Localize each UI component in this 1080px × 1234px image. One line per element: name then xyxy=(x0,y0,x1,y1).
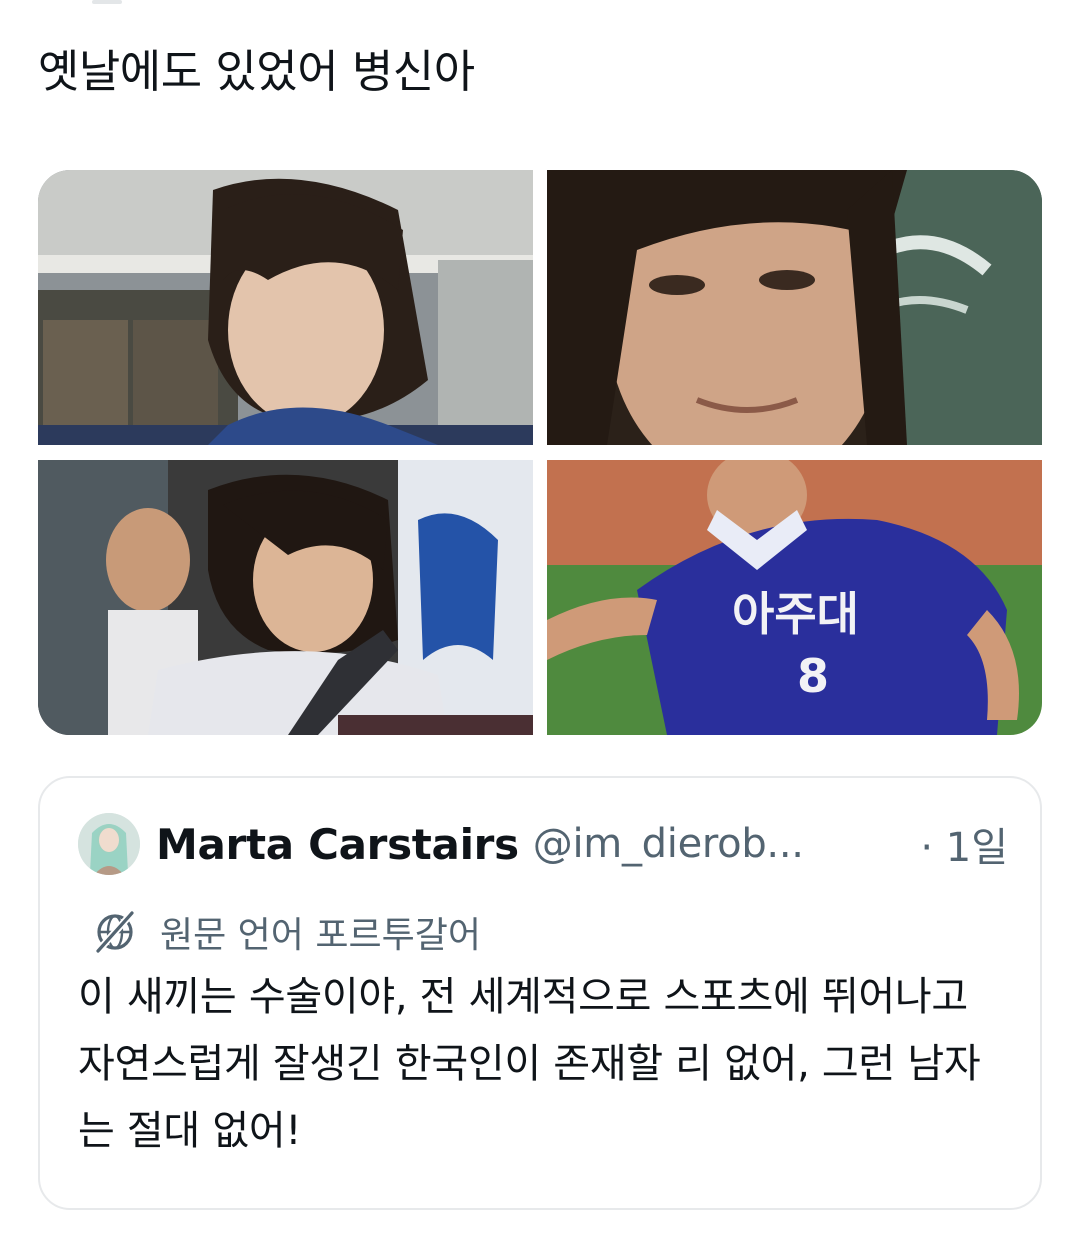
timestamp[interactable]: · 1일 xyxy=(920,815,1008,873)
quote-tweet-card[interactable]: Marta Carstairs @im_dierob... · 1일 원문 언어… xyxy=(38,776,1042,1210)
photo-3-image xyxy=(38,460,533,735)
translation-label: 원문 언어 포르투갈어 xyxy=(160,915,481,956)
translation-notice[interactable]: 원문 언어 포르투갈어 xyxy=(92,904,481,960)
photo-4-image: 아주대 8 xyxy=(547,460,1042,735)
tweet-text: 옛날에도 있었어 병신아 xyxy=(38,45,475,98)
quote-body: 이 새끼는 수술이야, 전 세계적으로 스포츠에 뛰어나고 자연스럽게 잘생긴 … xyxy=(78,974,981,1154)
photo-2-image xyxy=(547,170,1042,445)
photo-4[interactable]: 아주대 8 xyxy=(547,460,1042,735)
photo-1[interactable] xyxy=(38,170,533,445)
photo-1-image xyxy=(38,170,533,445)
top-sliver xyxy=(0,0,1080,10)
photo-2[interactable] xyxy=(547,170,1042,445)
jersey-number: 8 xyxy=(797,649,829,703)
avatar-image xyxy=(78,813,140,875)
quote-header: Marta Carstairs @im_dierob... · 1일 xyxy=(78,812,1008,876)
divider xyxy=(92,0,122,4)
jersey-text: 아주대 xyxy=(732,587,859,641)
media-grid: 아주대 8 xyxy=(38,170,1042,735)
user-handle[interactable]: @im_dierob... xyxy=(533,821,901,867)
globe-slash-icon xyxy=(95,910,135,954)
display-name[interactable]: Marta Carstairs xyxy=(156,820,519,869)
avatar[interactable] xyxy=(78,813,140,875)
photo-3[interactable] xyxy=(38,460,533,735)
